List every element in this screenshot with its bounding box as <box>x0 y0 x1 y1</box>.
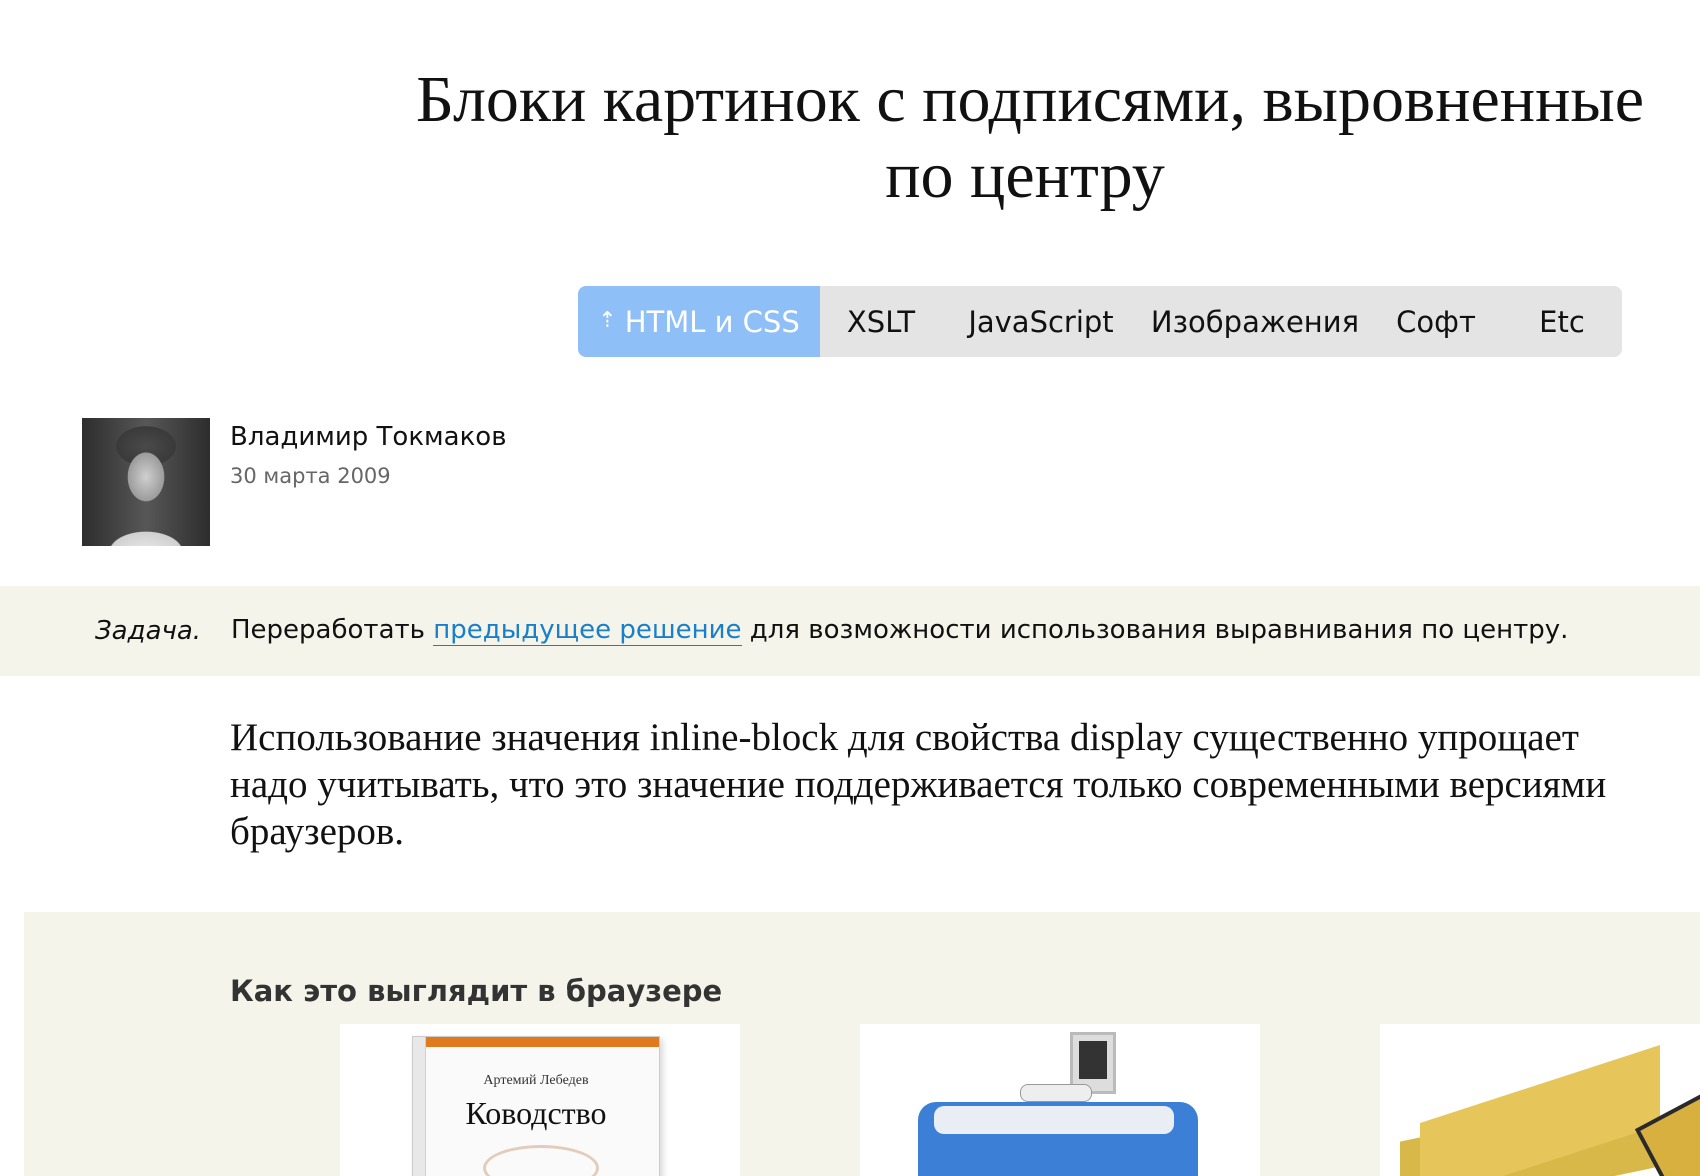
intro-paragraph: Использование значения inline-block для … <box>230 714 1700 855</box>
book-decoration <box>483 1145 599 1176</box>
nav-item-label: Etc <box>1539 304 1585 339</box>
book-title: Ководство <box>465 1095 607 1131</box>
nav-item-xslt[interactable]: XSLT <box>820 286 942 357</box>
previous-solution-link[interactable]: предыдущее решение <box>433 615 742 646</box>
intro-line-1: Использование значения inline-block для … <box>230 716 1579 759</box>
machine-arm <box>1020 1084 1092 1102</box>
intro-line-3: браузеров. <box>230 810 405 853</box>
category-nav: ⇡ HTML и CSS XSLT JavaScript Изображения… <box>578 286 1622 357</box>
task-label: Задача. <box>95 616 202 646</box>
nav-item-soft[interactable]: Софт <box>1370 286 1502 357</box>
author-avatar[interactable] <box>82 418 210 546</box>
demo-image-machine <box>860 1024 1260 1176</box>
task-text-before: Переработать <box>231 615 434 645</box>
nav-item-javascript[interactable]: JavaScript <box>942 286 1140 357</box>
demo-image-cards <box>1380 1024 1700 1176</box>
title-line-2: по центру <box>885 139 1165 212</box>
nav-item-label: Изображения <box>1150 304 1360 339</box>
author-name[interactable]: Владимир Токмаков <box>230 422 507 452</box>
task-text-after: для возможности использования выравниван… <box>741 615 1569 645</box>
cards-illustration <box>1380 1024 1700 1176</box>
machine-illustration <box>860 1024 1260 1176</box>
task-block: Задача. Переработать предыдущее решение … <box>0 586 1700 676</box>
nav-item-label: HTML и CSS <box>624 304 800 339</box>
book-orange-edge <box>413 1037 659 1047</box>
nav-item-label: Софт <box>1396 304 1476 339</box>
publish-date: 30 марта 2009 <box>230 464 391 488</box>
intro-line-2: надо учитывать, что это значение поддерж… <box>230 763 1607 806</box>
nav-item-label: JavaScript <box>968 304 1114 339</box>
demo-heading: Как это выглядит в браузере <box>230 974 723 1008</box>
browser-demo: Как это выглядит в браузере Артемий Лебе… <box>24 912 1700 1176</box>
book-author: Артемий Лебедев <box>483 1073 589 1088</box>
nav-item-etc[interactable]: Etc <box>1502 286 1622 357</box>
nav-item-html-css[interactable]: ⇡ HTML и CSS <box>578 286 820 357</box>
task-text: Переработать предыдущее решение для возм… <box>231 615 1569 646</box>
nav-item-images[interactable]: Изображения <box>1140 286 1370 357</box>
machine-top <box>934 1106 1174 1134</box>
demo-image-book: Артемий Лебедев Ководство <box>340 1024 740 1176</box>
book-cover: Артемий Лебедев Ководство <box>412 1036 660 1176</box>
arrow-up-icon: ⇡ <box>598 308 617 333</box>
nav-item-label: XSLT <box>846 304 916 339</box>
page-title: Блоки картинок с подписями, выровненные … <box>360 62 1700 214</box>
title-line-1: Блоки картинок с подписями, выровненные <box>415 63 1645 136</box>
